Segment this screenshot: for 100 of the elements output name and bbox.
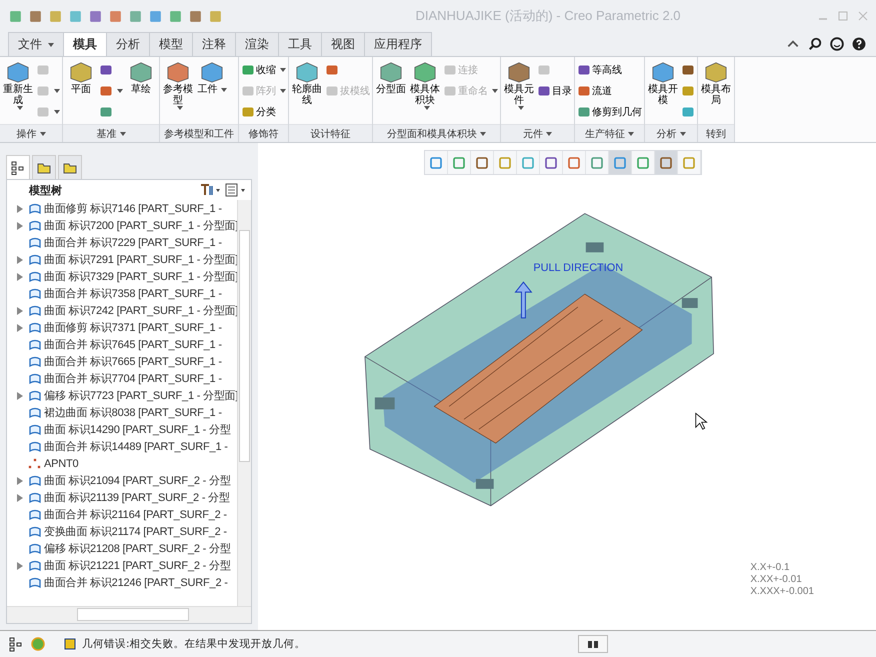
- tree-item[interactable]: 曲面 标识21139 [PART_SURF_2 - 分型: [7, 489, 237, 506]
- group-label[interactable]: 分析: [645, 124, 697, 142]
- surface-icon: [28, 406, 42, 418]
- toolbar-icon[interactable]: [208, 8, 223, 24]
- tool-icon: [537, 84, 551, 98]
- tree-item[interactable]: APNT0: [7, 455, 237, 472]
- group-label[interactable]: 参考模型和工件: [160, 124, 238, 142]
- ribbon-button[interactable]: 模具布局: [699, 60, 733, 124]
- ribbon-button[interactable]: 分型面: [374, 60, 408, 124]
- toolbar-icon[interactable]: [188, 8, 203, 24]
- ribbon-button[interactable]: 模具元件: [502, 60, 536, 124]
- navigator-tab[interactable]: [6, 155, 30, 179]
- ribbon-tab[interactable]: 应用程序: [364, 32, 432, 56]
- expand-arrow-icon[interactable]: [17, 562, 23, 570]
- tree-item[interactable]: 曲面合并 标识7358 [PART_SURF_1 -: [7, 285, 237, 302]
- expand-arrow-icon[interactable]: [17, 392, 23, 400]
- group-label[interactable]: 生产特征: [575, 124, 644, 142]
- caret-icon: [280, 88, 286, 92]
- tool-icon: [99, 62, 113, 76]
- expand-arrow-icon[interactable]: [17, 256, 23, 264]
- ribbon-button[interactable]: 模具开模: [646, 60, 680, 124]
- smiley-icon[interactable]: [830, 37, 844, 51]
- toolbar-icon[interactable]: [8, 8, 23, 24]
- view-tool-button[interactable]: [655, 151, 678, 174]
- tool-icon: [577, 62, 591, 76]
- tree-item[interactable]: 曲面修剪 标识7371 [PART_SURF_1 -: [7, 319, 237, 336]
- tree-item[interactable]: 偏移 标识21208 [PART_SURF_2 - 分型: [7, 540, 237, 557]
- toolbar-icon[interactable]: [148, 8, 163, 24]
- ribbon-button[interactable]: 目录: [536, 81, 573, 100]
- toolbar-icon[interactable]: [108, 8, 123, 24]
- settings-icon[interactable]: [199, 183, 221, 197]
- group-label[interactable]: 操作: [0, 124, 62, 142]
- tree-item[interactable]: 曲面合并 标识7704 [PART_SURF_1 -: [7, 370, 237, 387]
- ribbon-button[interactable]: 修剪到几何: [576, 102, 643, 121]
- ribbon-tab[interactable]: 工具: [278, 32, 322, 56]
- expand-arrow-icon[interactable]: [17, 476, 23, 484]
- vertical-scrollbar[interactable]: [237, 200, 251, 606]
- ribbon-tab[interactable]: 分析: [106, 32, 150, 56]
- navigator-tab[interactable]: [32, 155, 56, 179]
- tree-item[interactable]: 曲面合并 标识14489 [PART_SURF_1 -: [7, 438, 237, 455]
- tree-item[interactable]: 曲面合并 标识21164 [PART_SURF_2 -: [7, 506, 237, 523]
- expand-arrow-icon[interactable]: [17, 222, 23, 230]
- toolbar-icon[interactable]: [128, 8, 143, 24]
- tree-item[interactable]: 曲面 标识14290 [PART_SURF_1 - 分型: [7, 421, 237, 438]
- tree-item[interactable]: 曲面合并 标识21246 [PART_SURF_2 -: [7, 574, 237, 591]
- ribbon-button[interactable]: 轮廓曲线: [290, 60, 324, 124]
- toolbar-icon[interactable]: [88, 8, 103, 24]
- expand-arrow-icon[interactable]: [17, 306, 23, 314]
- view-tool-button[interactable]: [609, 151, 632, 174]
- surface-icon: [28, 322, 42, 334]
- ribbon-tab[interactable]: 注释: [192, 32, 236, 56]
- tree-item[interactable]: 曲面修剪 标识7146 [PART_SURF_1 -: [7, 200, 237, 217]
- tree-item[interactable]: 曲面 标识21221 [PART_SURF_2 - 分型: [7, 557, 237, 574]
- find-button[interactable]: [578, 635, 608, 653]
- tree-item[interactable]: 变换曲面 标识21174 [PART_SURF_2 -: [7, 523, 237, 540]
- expand-arrow-icon[interactable]: [17, 272, 23, 280]
- tree-item[interactable]: 曲面合并 标识7229 [PART_SURF_1 -: [7, 234, 237, 251]
- ribbon-button[interactable]: 平面: [64, 60, 98, 124]
- expand-arrow-icon[interactable]: [17, 204, 23, 212]
- toolbar-icon[interactable]: [48, 8, 63, 24]
- group-label[interactable]: 元件: [501, 124, 574, 142]
- expand-arrow-icon[interactable]: [17, 324, 23, 332]
- search-icon[interactable]: [808, 37, 822, 51]
- group-label[interactable]: 设计特征: [289, 124, 372, 142]
- toolbar-icon[interactable]: [28, 8, 43, 24]
- ribbon-tab[interactable]: 渲染: [235, 32, 279, 56]
- toolbar-icon[interactable]: [68, 8, 83, 24]
- ribbon-button[interactable]: 草绘: [124, 60, 158, 124]
- surface-icon: [28, 440, 42, 452]
- ribbon-button[interactable]: 等高线: [576, 60, 643, 79]
- tree-item[interactable]: 曲面合并 标识7665 [PART_SURF_1 -: [7, 353, 237, 370]
- navigator-tab[interactable]: [58, 155, 82, 179]
- ribbon-button[interactable]: 重新生成: [1, 60, 35, 124]
- group-label[interactable]: 转到: [698, 124, 734, 142]
- ribbon-tab[interactable]: 模具: [63, 32, 107, 56]
- tree-item[interactable]: 裙边曲面 标识8038 [PART_SURF_1 -: [7, 404, 237, 421]
- toolbar-icon[interactable]: [168, 8, 183, 24]
- ribbon-button[interactable]: 参考模型: [161, 60, 195, 124]
- horizontal-scrollbar[interactable]: [7, 606, 251, 623]
- tree-item[interactable]: 曲面合并 标识7645 [PART_SURF_1 -: [7, 336, 237, 353]
- ribbon-button[interactable]: 工件: [195, 60, 229, 124]
- tool-icon: [443, 62, 457, 76]
- tree-icon: [11, 160, 25, 174]
- expand-arrow-icon[interactable]: [17, 494, 23, 502]
- ribbon-button[interactable]: 收缩: [240, 60, 287, 79]
- ribbon-tab[interactable]: 文件: [8, 32, 64, 56]
- list-icon[interactable]: [225, 183, 247, 197]
- group-label[interactable]: 基准: [63, 124, 159, 142]
- tree-item[interactable]: 曲面 标识21094 [PART_SURF_2 - 分型: [7, 472, 237, 489]
- group-label[interactable]: 修饰符: [239, 124, 288, 142]
- tree-view-icon[interactable]: [8, 636, 24, 652]
- ribbon-button[interactable]: 分类: [240, 102, 287, 121]
- globe-icon[interactable]: [30, 636, 46, 652]
- ribbon-tab[interactable]: 模型: [149, 32, 193, 56]
- help-icon[interactable]: [852, 37, 866, 51]
- ribbon-tab[interactable]: 视图: [321, 32, 365, 56]
- group-label[interactable]: 分型面和模具体积块: [373, 124, 500, 142]
- ribbon-button[interactable]: 模具体积块: [408, 60, 442, 124]
- surface-icon: [28, 338, 42, 350]
- ribbon-button[interactable]: 流道: [576, 81, 643, 100]
